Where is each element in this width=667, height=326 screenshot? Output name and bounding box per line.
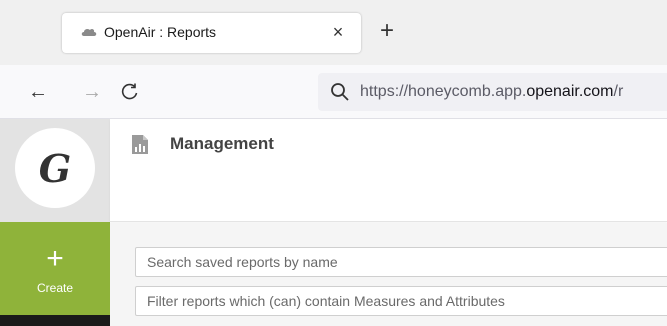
new-tab-button[interactable]: + <box>374 19 400 45</box>
address-bar[interactable]: https://honeycomb.app.openair.com/r <box>318 73 667 111</box>
reports-filter-area <box>110 223 667 326</box>
close-icon[interactable]: × <box>328 21 348 43</box>
page-header: Management <box>110 119 667 222</box>
url-domain: openair.com <box>526 83 614 100</box>
search-icon <box>330 82 350 102</box>
reload-icon[interactable] <box>116 78 144 106</box>
cloud-icon <box>80 25 98 39</box>
app-sidebar: G + Create <box>0 119 110 326</box>
url-text: https://honeycomb.app.openair.com/r <box>360 83 623 101</box>
logo-letter: G <box>38 146 72 191</box>
browser-nav-bar: ← → https://honeycomb.app.openair.com/r <box>0 65 667 119</box>
sidebar-footer <box>0 315 110 326</box>
back-arrow-icon[interactable]: ← <box>24 78 52 106</box>
create-button[interactable]: + Create <box>0 222 110 315</box>
main-content: Management <box>110 119 667 326</box>
tab-title: OpenAir : Reports <box>104 24 217 40</box>
forward-arrow-icon[interactable]: → <box>78 78 106 106</box>
browser-tab[interactable]: OpenAir : Reports × <box>62 13 361 53</box>
url-prefix: https://honeycomb.app. <box>360 83 527 100</box>
search-saved-reports-input[interactable] <box>135 247 667 277</box>
create-label: Create <box>36 281 74 295</box>
app-logo[interactable]: G <box>15 128 95 208</box>
report-chart-icon <box>132 135 148 154</box>
filter-reports-input[interactable] <box>135 286 667 316</box>
browser-tab-strip: OpenAir : Reports × + <box>0 0 667 65</box>
url-suffix: /r <box>613 83 624 100</box>
page-title: Management <box>170 134 274 153</box>
plus-icon: + <box>46 242 64 275</box>
